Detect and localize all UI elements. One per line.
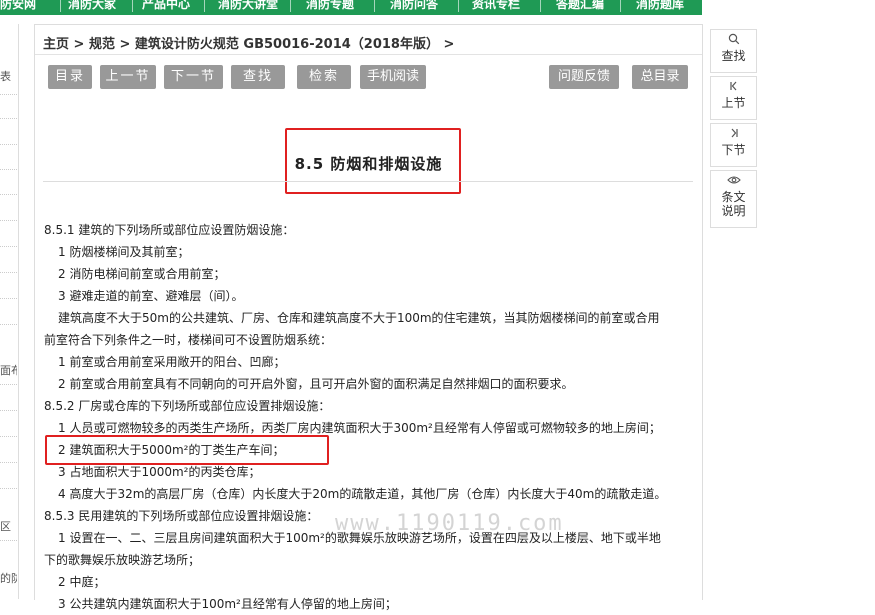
clause-item: 3 公共建筑内建筑面积大于100m²且经常有人停留的地上房间； (58, 597, 397, 611)
breadcrumb[interactable]: 主页 > 规范 > 建筑设计防火规范 GB50016-2014（2018年版） … (43, 33, 454, 52)
clause-item: 2 前室或合用前室具有不同朝向的可开启外窗，且可开启外窗的面积满足自然排烟口的面… (58, 377, 574, 391)
divider (0, 194, 17, 195)
nav-item-5[interactable]: 消防问答 (390, 0, 438, 12)
left-sidebar-panel: 表 面布 区 的防 (0, 24, 19, 599)
tool-find-button[interactable]: 查找 (710, 29, 757, 73)
divider (0, 462, 17, 463)
nav-separator (458, 0, 459, 12)
divider (0, 94, 17, 95)
clause-item: 1 前室或合用前室采用敞开的阳台、凹廊； (58, 355, 286, 369)
nav-item-2[interactable]: 产品中心 (142, 0, 190, 12)
divider (0, 144, 17, 145)
search-button[interactable]: 检索 (297, 65, 351, 89)
nav-separator (290, 0, 291, 12)
mobile-read-button[interactable]: 手机阅读 (360, 65, 426, 89)
nav-separator (60, 0, 61, 12)
divider (0, 384, 17, 385)
left-sidebar-snippet[interactable]: 区 (0, 518, 17, 534)
search-icon (711, 33, 756, 49)
divider (0, 298, 17, 299)
nav-item-8[interactable]: 消防题库 (636, 0, 684, 12)
left-sidebar-snippet[interactable]: 的防 (0, 570, 17, 586)
divider (0, 324, 17, 325)
divider (0, 410, 17, 411)
clause-item: 下的歌舞娱乐放映游艺场所； (44, 553, 201, 567)
tool-prev-label: 上节 (721, 96, 746, 110)
nav-item-3[interactable]: 消防大讲堂 (218, 0, 278, 12)
clause-paragraph: 建筑高度不大于50m的公共建筑、厂房、仓库和建筑高度不大于100m的住宅建筑，当… (58, 311, 660, 325)
nav-item-4[interactable]: 消防专题 (306, 0, 354, 12)
divider (0, 220, 17, 221)
clause-paragraph: 前室符合下列条件之一时，楼梯间可不设置防烟系统： (44, 333, 333, 347)
nav-item-0[interactable]: 防安网 (0, 0, 36, 12)
nav-item-1[interactable]: 消防大家 (68, 0, 116, 12)
clause-item: 4 高度大于32m的高层厂房（仓库）内长度大于20m的疏散走道，其他厂房（仓库）… (58, 487, 667, 501)
divider (0, 272, 17, 273)
main-panel: 主页 > 规范 > 建筑设计防火规范 GB50016-2014（2018年版） … (34, 24, 703, 611)
watermark: www.1190119.com (335, 511, 564, 536)
tool-explain-label-1: 条文 (721, 190, 746, 204)
divider (35, 54, 702, 55)
nav-separator (132, 0, 133, 12)
next-section-button[interactable]: 下一节 (164, 65, 223, 89)
tool-next-label: 下节 (721, 143, 746, 157)
item-highlight-box (45, 435, 329, 465)
divider (0, 436, 17, 437)
nav-separator (540, 0, 541, 12)
chevron-left-bar-icon (711, 80, 756, 96)
clause-item: 1 防烟楼梯间及其前室； (58, 245, 190, 259)
clause-item: 2 中庭； (58, 575, 106, 589)
divider (0, 540, 17, 541)
chevron-right-bar-icon (711, 127, 756, 143)
divider (0, 169, 17, 170)
nav-separator (204, 0, 205, 12)
left-sidebar-snippet[interactable]: 面布 (0, 362, 17, 378)
divider (0, 118, 17, 119)
tool-explain-button[interactable]: 条文 说明 (710, 170, 757, 228)
nav-item-6[interactable]: 资讯专栏 (472, 0, 520, 12)
clause-heading: 8.5.1 建筑的下列场所或部位应设置防烟设施： (44, 223, 295, 237)
top-nav-bar: 防安网 消防大家 产品中心 消防大讲堂 消防专题 消防问答 资讯专栏 答题汇编 … (0, 0, 702, 15)
nav-separator (620, 0, 621, 12)
nav-item-7[interactable]: 答题汇编 (556, 0, 604, 12)
section-title: 8.5 防烟和排烟设施 (294, 155, 443, 173)
master-toc-button[interactable]: 总目录 (632, 65, 688, 89)
clause-heading: 8.5.2 厂房或仓库的下列场所或部位应设置排烟设施： (44, 399, 331, 413)
clause-text: 8.5.1 建筑的下列场所或部位应设置防烟设施： 1 防烟楼梯间及其前室； 2 … (44, 219, 694, 615)
find-button[interactable]: 查找 (231, 65, 285, 89)
toc-button[interactable]: 目录 (48, 65, 92, 89)
prev-section-button[interactable]: 上一节 (100, 65, 156, 89)
divider (0, 488, 17, 489)
clause-item: 2 消防电梯间前室或合用前室； (58, 267, 226, 281)
eye-icon (711, 174, 756, 190)
tool-explain-label-2: 说明 (721, 204, 746, 218)
feedback-button[interactable]: 问题反馈 (549, 65, 619, 89)
left-sidebar-snippet[interactable]: 表 (0, 68, 17, 84)
divider (0, 246, 17, 247)
tool-next-button[interactable]: 下节 (710, 123, 757, 167)
tool-prev-button[interactable]: 上节 (710, 76, 757, 120)
clause-item: 3 避难走道的前室、避难层（间）。 (58, 289, 244, 303)
nav-separator (374, 0, 375, 12)
tool-find-label: 查找 (721, 49, 746, 63)
divider (43, 181, 693, 182)
